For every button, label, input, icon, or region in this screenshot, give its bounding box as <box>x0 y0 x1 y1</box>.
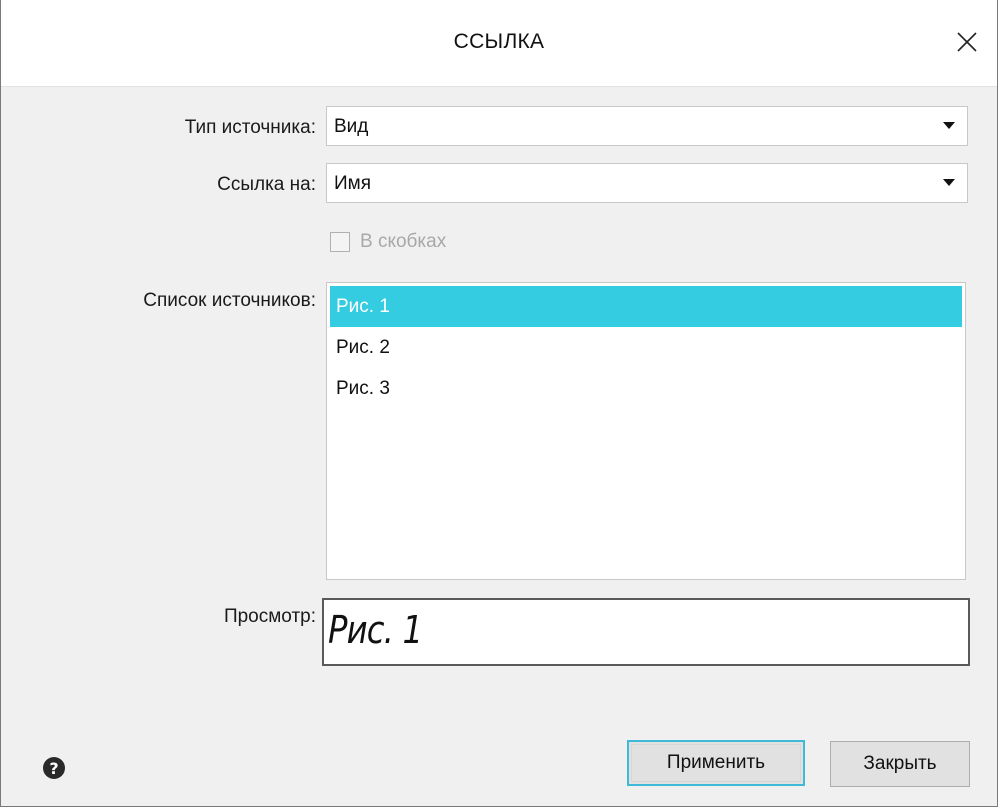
reference-dialog: ССЫЛКА Тип источника: Вид Ссылка на: Имя… <box>0 0 998 807</box>
source-type-label: Тип источника: <box>184 117 316 138</box>
chevron-down-icon <box>943 179 955 186</box>
source-list-label: Список источников: <box>143 290 316 311</box>
list-item[interactable]: Рис. 2 <box>330 327 962 368</box>
checkbox-box <box>330 232 350 252</box>
dialog-title: ССЫЛКА <box>453 30 545 53</box>
title-bar: ССЫЛКА <box>1 0 997 87</box>
reference-to-dropdown[interactable]: Имя <box>326 163 968 203</box>
list-item[interactable]: Рис. 3 <box>330 368 962 409</box>
apply-button-label: Применить <box>666 752 766 773</box>
list-item[interactable]: Рис. 1 <box>330 286 962 327</box>
reference-to-value: Имя <box>334 173 372 194</box>
apply-button[interactable]: Применить <box>627 740 805 786</box>
source-type-dropdown[interactable]: Вид <box>326 106 968 146</box>
source-list[interactable]: Рис. 1 Рис. 2 Рис. 3 <box>326 282 966 580</box>
reference-to-label: Ссылка на: <box>217 174 316 195</box>
chevron-down-icon <box>943 122 955 129</box>
close-icon[interactable] <box>949 24 985 60</box>
preview-box: Рис. 1 <box>322 598 970 666</box>
close-button[interactable]: Закрыть <box>830 741 970 787</box>
preview-text: Рис. 1 <box>328 608 423 652</box>
svg-text:?: ? <box>49 759 58 778</box>
in-brackets-label: В скобках <box>360 231 447 252</box>
source-type-value: Вид <box>334 116 369 137</box>
close-button-label: Закрыть <box>863 753 937 774</box>
question-circle-icon[interactable]: ? <box>42 756 66 780</box>
preview-label: Просмотр: <box>223 606 316 627</box>
